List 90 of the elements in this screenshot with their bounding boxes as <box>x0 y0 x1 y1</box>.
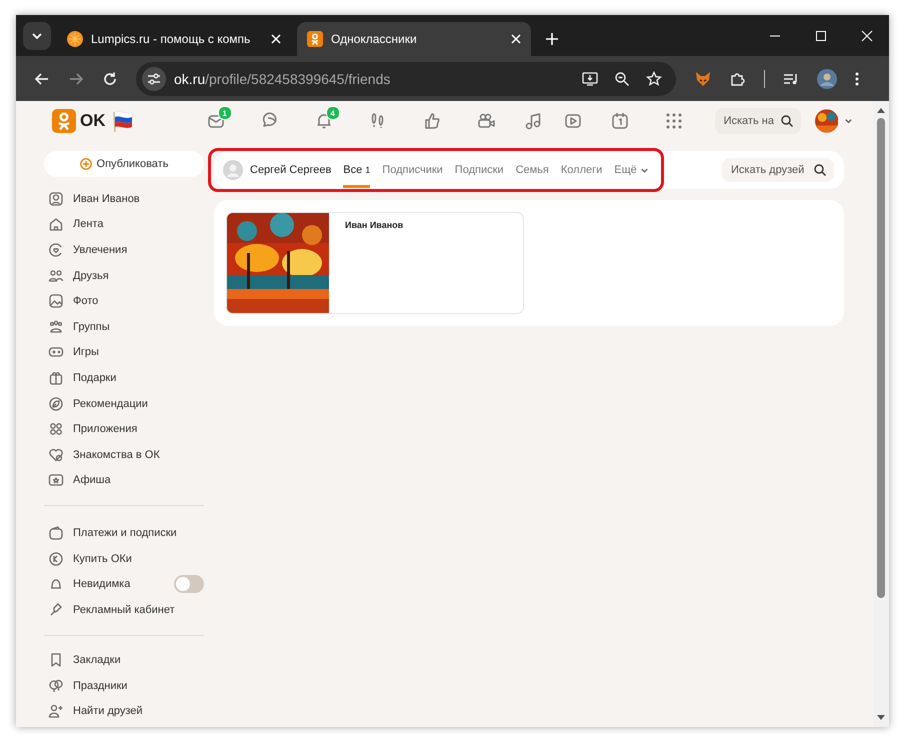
filter-tab[interactable]: Все 1 <box>343 156 370 188</box>
gift-icon <box>48 370 64 386</box>
logo-text[interactable]: OK <box>80 111 106 131</box>
scroll-up-icon[interactable] <box>877 107 885 113</box>
sidebar-link[interactable]: Иван Иванов <box>73 192 140 205</box>
user-name[interactable]: Сергей Сергеев <box>250 164 332 176</box>
people-icon <box>48 268 64 284</box>
sidebar-link[interactable]: Приложения <box>73 423 138 436</box>
close-icon[interactable] <box>511 34 521 44</box>
tab-search-button[interactable] <box>23 22 51 50</box>
avatar[interactable] <box>814 108 838 134</box>
citrus-slice-icon <box>67 31 83 47</box>
sidebar-link[interactable]: Группы <box>73 320 110 333</box>
sidebar-link[interactable]: Увлечения <box>73 244 128 256</box>
sliders-icon <box>147 72 161 86</box>
fox-icon[interactable] <box>694 70 712 88</box>
tab-title: Одноклассники <box>331 32 418 46</box>
sidebar-link[interactable]: Фото <box>73 295 98 308</box>
browser-tab[interactable]: Одноклассники <box>297 22 531 56</box>
star-icon[interactable] <box>646 70 662 86</box>
group-icon <box>48 318 64 335</box>
sidebar-link[interactable]: Закладки <box>73 654 121 666</box>
sidebar-link[interactable]: Лента <box>73 218 104 230</box>
apps-icon <box>48 421 64 438</box>
chevron-down-icon[interactable] <box>844 116 853 126</box>
sidebar-link[interactable]: Знакомства в ОК <box>73 448 160 461</box>
close-icon[interactable] <box>861 30 873 42</box>
scrollbar[interactable] <box>873 101 889 727</box>
sidebar-link[interactable]: Подарки <box>73 372 116 384</box>
new-tab-icon[interactable] <box>545 32 559 46</box>
notification-badge: 1 <box>218 106 232 120</box>
more-vertical-icon[interactable] <box>855 72 859 86</box>
ok-logo-icon[interactable] <box>52 109 76 133</box>
calendar-icon[interactable] <box>610 111 630 131</box>
coin-icon <box>48 550 64 567</box>
zoom-icon[interactable] <box>614 70 630 86</box>
grid-icon[interactable] <box>664 111 684 131</box>
sidebar-link[interactable]: Друзья <box>73 270 109 282</box>
maximize-icon[interactable] <box>815 30 827 42</box>
plus-circle-icon <box>80 158 92 170</box>
publish-button[interactable]: Опубликовать <box>44 151 204 177</box>
install-icon[interactable] <box>582 70 598 86</box>
search-field[interactable]: Искать друзей <box>722 158 834 182</box>
sidebar-link[interactable]: Афиша <box>73 474 111 486</box>
back-icon[interactable] <box>34 70 50 86</box>
sidebar-link[interactable]: Игры <box>73 346 99 358</box>
filter-tab[interactable]: Подписки <box>454 151 504 189</box>
heart-icon <box>48 242 64 258</box>
site-settings-button[interactable] <box>142 66 166 90</box>
sidebar-link[interactable]: Праздники <box>73 680 128 692</box>
sidebar-link[interactable]: Купить ОКи <box>73 552 132 565</box>
sidebar-link[interactable]: Платежи и подписки <box>73 526 177 539</box>
sidebar-link[interactable]: Рекламный кабинет <box>73 604 175 616</box>
sidebar-link[interactable]: Рекомендации <box>73 398 148 410</box>
reload-icon[interactable] <box>102 70 118 86</box>
ticket-icon <box>48 472 64 488</box>
search-icon <box>780 115 793 127</box>
video-camera-icon[interactable] <box>476 111 496 131</box>
tab-title: Lumpics.ru - помощь с компь <box>91 32 252 46</box>
heart-icon <box>48 446 64 463</box>
wallet-icon <box>48 524 64 541</box>
puzzle-icon[interactable] <box>730 70 746 86</box>
friend-card[interactable]: Иван Иванов <box>226 212 524 314</box>
ok-logo-icon <box>307 31 323 47</box>
scroll-down-icon[interactable] <box>877 715 885 721</box>
notification-badge: 4 <box>326 106 340 120</box>
more-menu[interactable]: Ещё <box>614 151 649 189</box>
user-icon <box>48 190 64 207</box>
friend-name[interactable]: Иван Иванов <box>329 213 404 313</box>
close-icon[interactable] <box>271 34 281 44</box>
sidebar-link[interactable]: Найти друзей <box>73 705 143 718</box>
browser-tab[interactable]: Lumpics.ru - помощь с компь <box>57 22 291 56</box>
toggle-switch[interactable] <box>174 575 204 594</box>
image-icon <box>48 293 64 310</box>
balloon-icon <box>48 678 64 694</box>
address-bar[interactable]: ok.ru/profile/582458399645/friends <box>136 62 676 96</box>
filter-tab[interactable]: Подписчики <box>382 151 443 189</box>
add-user-icon <box>48 703 64 720</box>
url-text: ok.ru/profile/582458399645/friends <box>174 70 392 86</box>
compass-icon <box>48 396 64 412</box>
forward-icon[interactable] <box>68 70 84 86</box>
filter-tab[interactable]: Коллеги <box>560 151 602 189</box>
search-icon <box>814 164 826 176</box>
filter-tab[interactable]: Семья <box>516 151 549 189</box>
sidebar-link[interactable]: Невидимка <box>73 578 130 590</box>
scrollbar-thumb[interactable] <box>877 118 885 598</box>
chevron-down-icon <box>640 166 649 174</box>
profile-avatar[interactable] <box>817 68 837 88</box>
house-icon <box>48 216 64 232</box>
search-field[interactable]: Искать на <box>714 108 801 134</box>
